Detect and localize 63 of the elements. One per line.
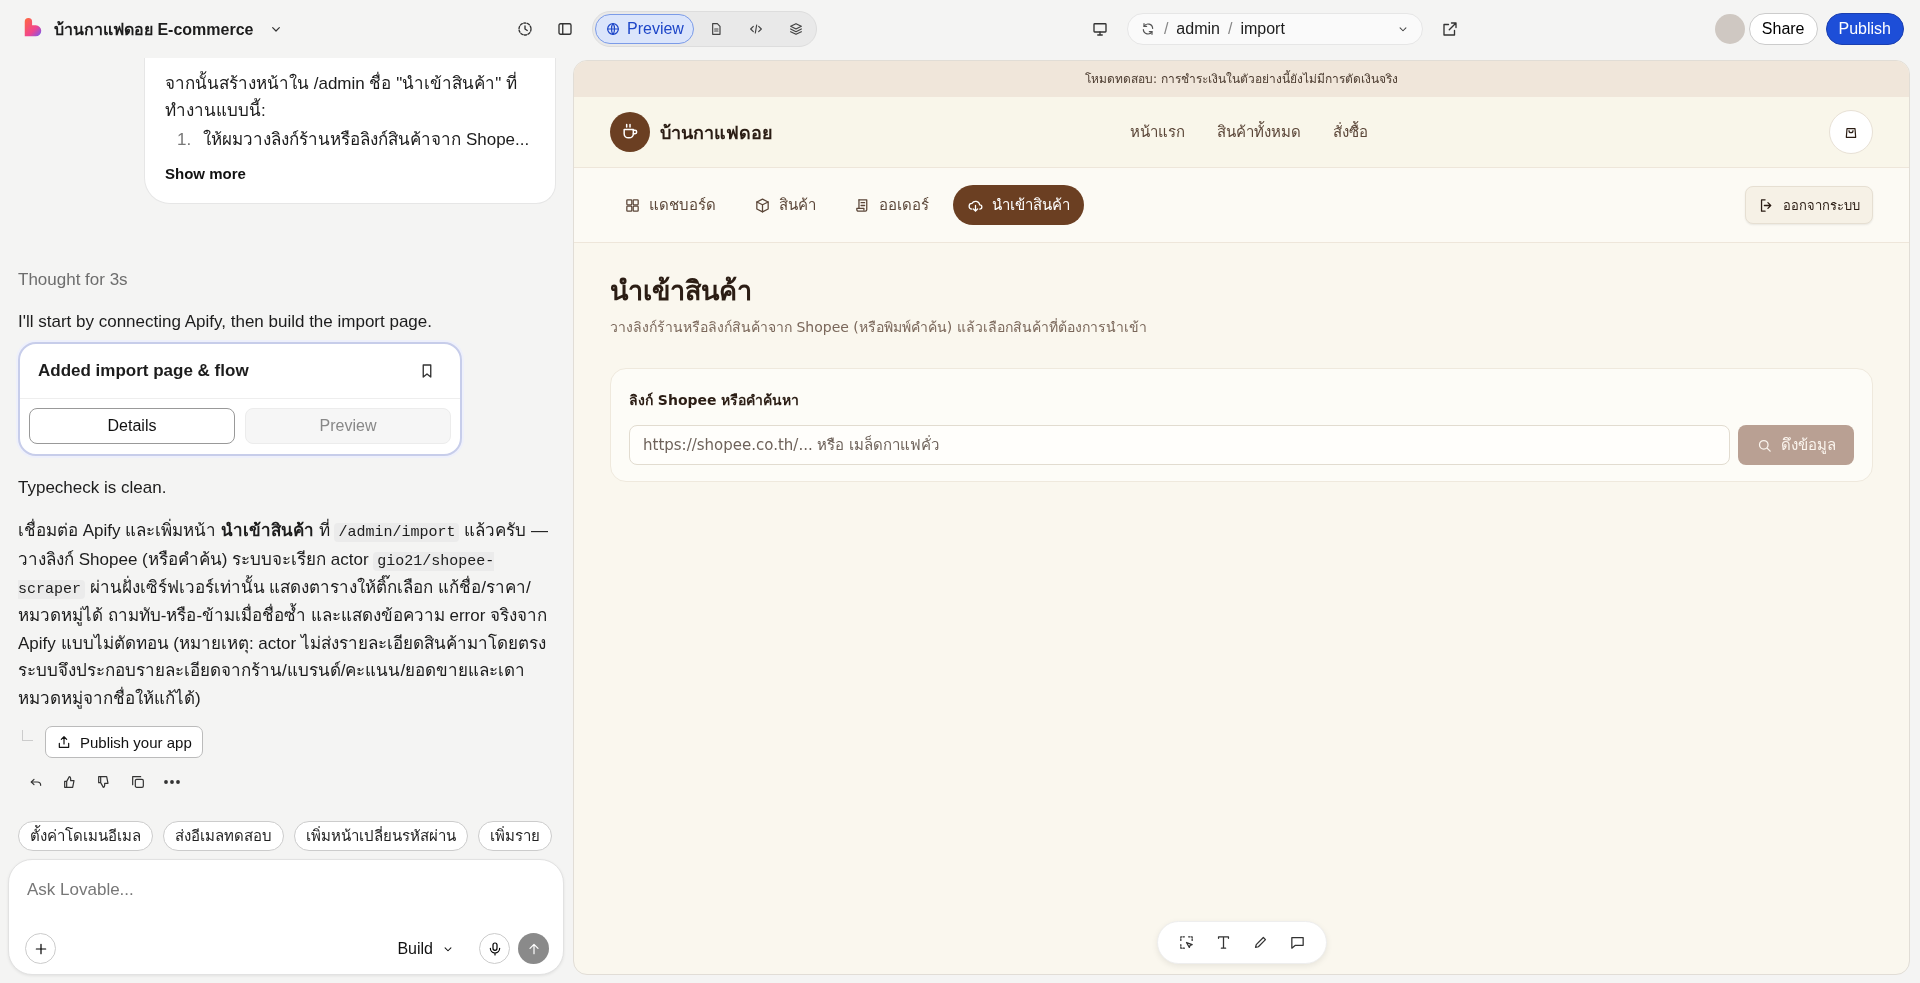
logout-button[interactable]: ออกจากระบบ: [1745, 186, 1873, 224]
code-icon: [747, 21, 764, 37]
suggestion-chip[interactable]: เพิ่มราย: [478, 821, 552, 851]
nav-link[interactable]: หน้าแรก: [1130, 120, 1185, 144]
path-separator-text: /: [1227, 20, 1233, 38]
send-button[interactable]: [518, 933, 549, 964]
history-icon: [516, 20, 534, 38]
search-field[interactable]: https://shopee.co.th/... หรือ เมล็ดกาแฟคั่ว: [629, 425, 1730, 465]
page-subtitle: วางลิงก์ร้านหรือลิงก์สินค้าจาก Shopee (หรือพิมพ์คำค้น) แล้วเลือกสินค้าที่ต้องการนำเข้า: [610, 317, 1148, 337]
test-mode-banner: โหมดทดสอบ: การชำระเงินในตัวอย่างนี้ยังไม่มีการตัดเงินจริง: [574, 61, 1909, 97]
globe-icon: [605, 21, 621, 37]
copy-icon: [130, 774, 146, 791]
field-label: ลิงก์ Shopee หรือคำค้นหา: [629, 391, 801, 410]
thumbs-down-icon: [96, 774, 112, 791]
share-button[interactable]: Share: [1748, 13, 1818, 45]
coffee-cup-icon: [620, 122, 640, 142]
store-name[interactable]: บ้านกาแฟดอย: [660, 117, 773, 147]
more-options-icon: [164, 780, 180, 785]
layers-icon: [787, 21, 804, 37]
attach-button[interactable]: [25, 933, 56, 964]
cart-button[interactable]: [1829, 110, 1873, 154]
microphone-button[interactable]: [479, 933, 510, 964]
admin-tab[interactable]: นำเข้าสินค้า: [953, 185, 1084, 225]
path-separator-text: /: [1163, 20, 1169, 38]
box-icon: [754, 196, 771, 214]
suggestion-chip[interactable]: ตั้งค่าโดเมนอีเมล: [18, 821, 153, 851]
suggestion-chip[interactable]: เพิ่มหน้าเปลี่ยนรหัสผ่าน: [294, 821, 468, 851]
publish-button[interactable]: Publish: [1825, 13, 1904, 45]
upload-icon: [56, 734, 72, 751]
grid-icon: [624, 196, 641, 214]
action-card-title: Added import page & flow: [38, 360, 249, 381]
assistant-summary-text: เชื่อมต่อ Apify และเพิ่มหน้า นำเข้าสินค้า ที่ /admin/import แล้วครับ — วางลิงก์ Shopee (หรือคำค้น) ระบบจะเรียก actor gio21/shopee-scraper ผ่านฝั่งเซิร์ฟเวอร์เท่านั้น แสดงตารางให้ติ๊กเลือก แก้ชื่อ/ราคา/หมวดหมู่ได้ ถามทับ-หรือ-ข้ามเมื่อชื่อซ้ำ และแสดงข้อความ error จริงจาก Apify แบบไม่ตัดทอน (หมายเหตุ: actor ไม่ส่งรายละเอียดสินค้ามาโดยตรง ระบบจึงประกอบรายละเอียดจากร้าน/แบรนด์/คะแนน/ยอดขายและเดาหมวดหมู่จากชื่อให้แก้ได้): [18, 517, 556, 713]
nav-link[interactable]: สินค้าทั้งหมด: [1217, 120, 1301, 144]
open-in-new-tab-icon: [1440, 20, 1459, 38]
nav-link[interactable]: สั่งซื้อ: [1333, 120, 1368, 144]
admin-tab[interactable]: ออเดอร์: [840, 185, 943, 225]
admin-tab[interactable]: สินค้า: [740, 185, 830, 225]
publish-app-button[interactable]: Publish your app: [45, 726, 203, 759]
assistant-message-text: I'll start by connecting Apify, then build the import page.: [18, 310, 433, 333]
page-title: นำเข้าสินค้า: [610, 274, 753, 308]
device-toggle-icon: [1090, 20, 1109, 38]
url-bar[interactable]: / admin / import: [1126, 13, 1423, 45]
admin-tab[interactable]: แดชบอร์ด: [610, 185, 730, 225]
message-text: จากนั้นสร้างหน้าใน /admin ชื่อ "นำเข้าสินค้า" ที่ทำงานแบบนี้:: [165, 70, 535, 125]
card-tab-button[interactable]: Details: [29, 407, 235, 444]
path-text: admin: [1176, 20, 1220, 38]
sidebar-toggle-icon: [556, 20, 574, 38]
path-text: import: [1240, 20, 1285, 38]
comment-tool-icon: [1288, 934, 1306, 951]
fetch-data-button: ดึงข้อมูล: [1738, 425, 1854, 465]
thumbs-up-icon: [62, 774, 78, 791]
show-more-link[interactable]: Show more: [165, 164, 246, 182]
thought-duration-text[interactable]: Thought for 3s: [18, 269, 556, 290]
list-item-text: ให้ผมวางลิงก์ร้านหรือลิงก์สินค้าจาก Shope...: [203, 128, 530, 152]
select-tool-icon: [1177, 934, 1195, 951]
mode-dropdown[interactable]: Build: [391, 938, 461, 959]
view-tab[interactable]: Preview: [595, 14, 694, 44]
status-text: Typecheck is clean.: [18, 476, 168, 499]
suggestion-chip[interactable]: ส่งอีเมลทดสอบ: [163, 821, 284, 851]
message-input[interactable]: Ask Lovable...: [25, 876, 549, 904]
store-logo[interactable]: [610, 112, 650, 152]
project-title[interactable]: บ้านกาแฟดอย E-commerce: [54, 16, 254, 42]
list-number: 1.: [177, 129, 192, 152]
